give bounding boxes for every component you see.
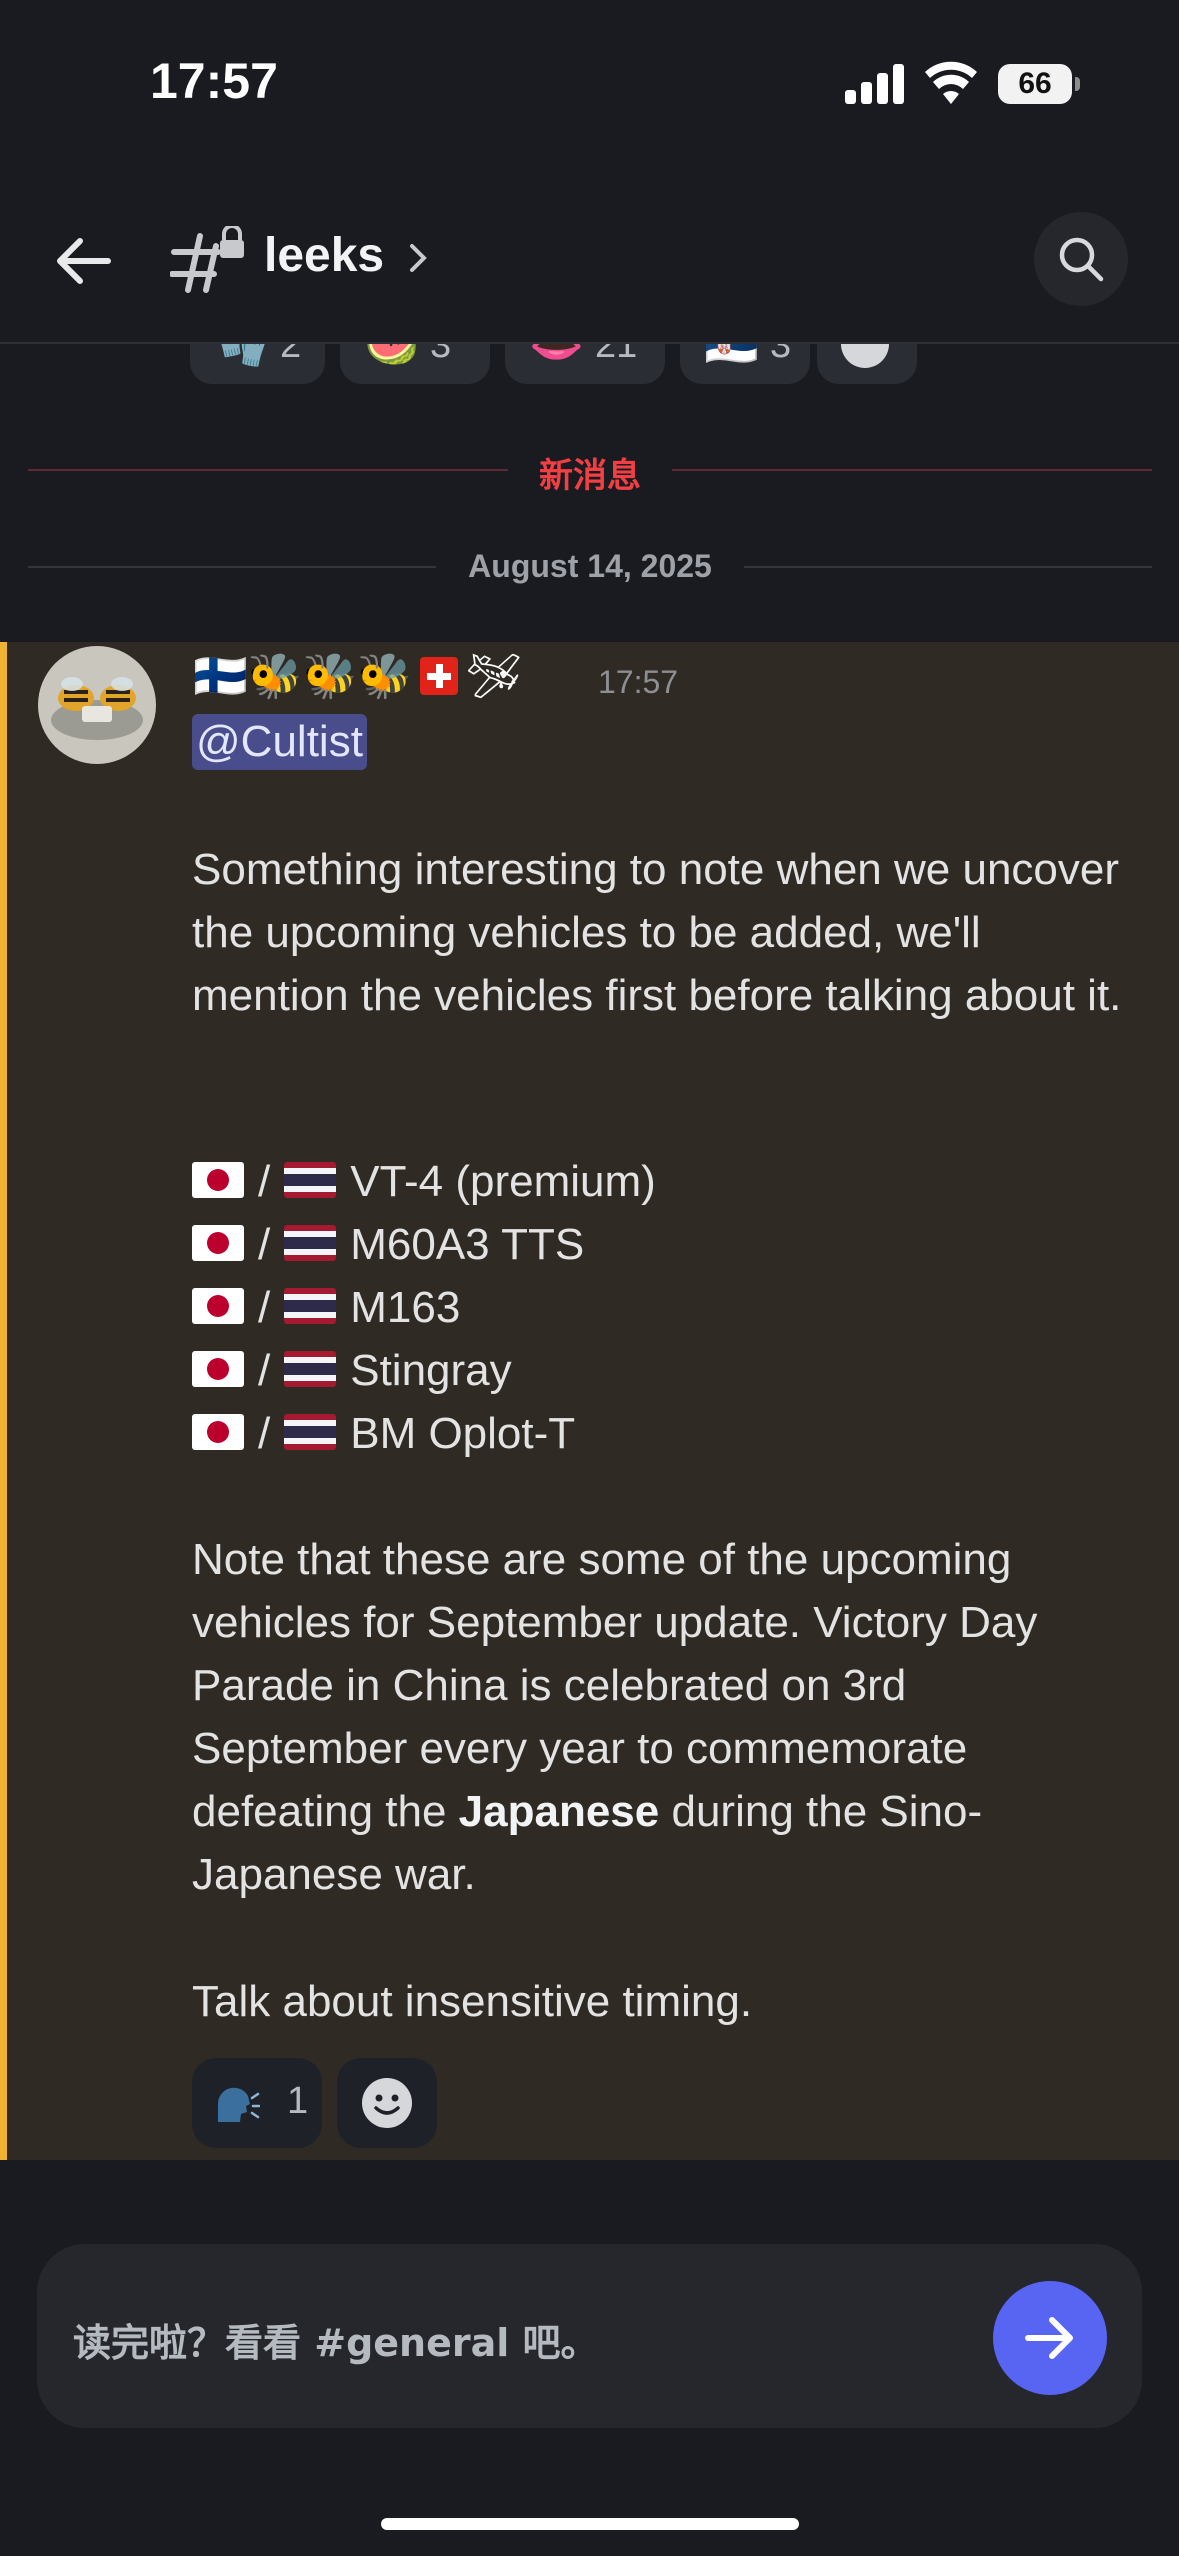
reaction-count: 2 [280, 344, 302, 366]
thailand-flag-icon [284, 1162, 337, 1199]
chevron-right-icon[interactable] [406, 240, 432, 276]
speaking-head-icon [217, 2087, 260, 2122]
list-item: / M163 [192, 1276, 656, 1339]
reaction-emoji: 🍉 [364, 344, 419, 369]
reaction-chip[interactable]: 🧤 2 [190, 344, 325, 384]
avatar[interactable] [38, 646, 156, 764]
thailand-flag-icon [284, 1351, 337, 1388]
list-item: / BM Oplot-T [192, 1402, 656, 1465]
add-reaction-button[interactable] [337, 2058, 437, 2148]
add-reaction-button[interactable] [817, 344, 917, 384]
bee-badges: 🐝🐝🐝 [247, 652, 413, 701]
avatar-image [51, 677, 143, 740]
search-icon [1059, 237, 1104, 282]
japan-flag-icon [192, 1225, 244, 1262]
thailand-flag-icon [284, 1288, 337, 1325]
user-badges[interactable]: 🇫🇮🐝🐝🐝 🛩 [193, 644, 522, 710]
separator: / [258, 1283, 271, 1332]
vehicle-name: VT-4 (premium) [350, 1157, 656, 1206]
list-item: / VT-4 (premium) [192, 1150, 656, 1213]
add-reaction-icon [362, 2078, 412, 2128]
status-time: 17:57 [150, 53, 278, 109]
date-divider-line [28, 566, 436, 568]
add-reaction-icon [841, 344, 889, 368]
list-item: / Stingray [192, 1339, 656, 1402]
separator: / [258, 1220, 271, 1269]
arrow-right-icon [1025, 2317, 1073, 2359]
private-channel-icon [170, 226, 244, 293]
aircraft-badge: 🛩 [466, 652, 523, 701]
date-divider-line [744, 566, 1152, 568]
vehicle-name: BM Oplot-T [350, 1409, 576, 1458]
date-divider-label: August 14, 2025 [468, 548, 712, 584]
separator: / [258, 1346, 271, 1395]
vehicle-name: Stingray [350, 1346, 512, 1395]
vehicle-list: / VT-4 (premium) / M60A3 TTS / M163 / Stingr… [192, 1150, 656, 1465]
cellular-signal-icon [845, 62, 905, 104]
list-item: / M60A3 TTS [192, 1213, 656, 1276]
reaction-count: 21 [595, 344, 638, 366]
wifi-icon [925, 61, 977, 104]
battery-level: 66 [1018, 67, 1052, 100]
search-button[interactable] [1034, 212, 1128, 306]
jump-to-channel-button[interactable] [993, 2281, 1107, 2395]
reaction-count: 3 [430, 344, 452, 366]
reaction-chip[interactable]: 🇷🇸 3 [680, 344, 810, 384]
reaction-chip[interactable]: 1 [192, 2058, 322, 2148]
thailand-flag-icon [284, 1414, 337, 1451]
japan-flag-icon [192, 1351, 244, 1388]
thailand-flag-icon [284, 1225, 337, 1262]
separator: / [258, 1157, 271, 1206]
finland-flag-badge: 🇫🇮 [193, 652, 248, 701]
vehicle-name: M60A3 TTS [350, 1220, 585, 1269]
message-paragraph: Talk about insensitive timing. [192, 1977, 753, 2026]
reaction-count: 1 [287, 2080, 309, 2122]
reaction-emoji: 🇷🇸 [704, 344, 759, 369]
vehicle-name: M163 [350, 1283, 461, 1332]
swiss-flag-icon [420, 657, 459, 695]
separator: / [258, 1409, 271, 1458]
message-paragraph: Something interesting to note when we un… [192, 845, 1132, 1020]
previous-message-reactions: 🧤 2 🍉 3 👄 21 🇷🇸 3 [190, 344, 950, 389]
japan-flag-icon [192, 1162, 244, 1199]
new-messages-line [672, 469, 1152, 471]
home-indicator[interactable] [381, 2518, 799, 2530]
japan-flag-icon [192, 1414, 244, 1451]
battery-icon: 66 [998, 64, 1080, 104]
mention-highlight-bar [0, 642, 7, 2160]
back-arrow-icon[interactable] [48, 225, 120, 297]
reaction-chip[interactable]: 👄 21 [505, 344, 665, 384]
new-messages-label: 新消息 [539, 457, 641, 495]
note-bold: Japanese [458, 1787, 660, 1836]
japan-flag-icon [192, 1288, 244, 1325]
user-mention[interactable]: @Cultist [192, 714, 367, 770]
message-timestamp: 17:57 [598, 664, 679, 700]
new-messages-line [28, 469, 508, 471]
reaction-emoji: 🧤 [214, 344, 269, 369]
composer-placeholder: 读完啦？看看 #general 吧。 [73, 2321, 599, 2365]
message-paragraph: Note that these are some of the upcoming… [192, 1528, 1132, 1906]
reaction-chip[interactable]: 🍉 3 [340, 344, 490, 384]
channel-title[interactable]: leeks [264, 226, 384, 286]
reaction-emoji: 👄 [529, 344, 584, 369]
reaction-count: 3 [770, 344, 792, 366]
